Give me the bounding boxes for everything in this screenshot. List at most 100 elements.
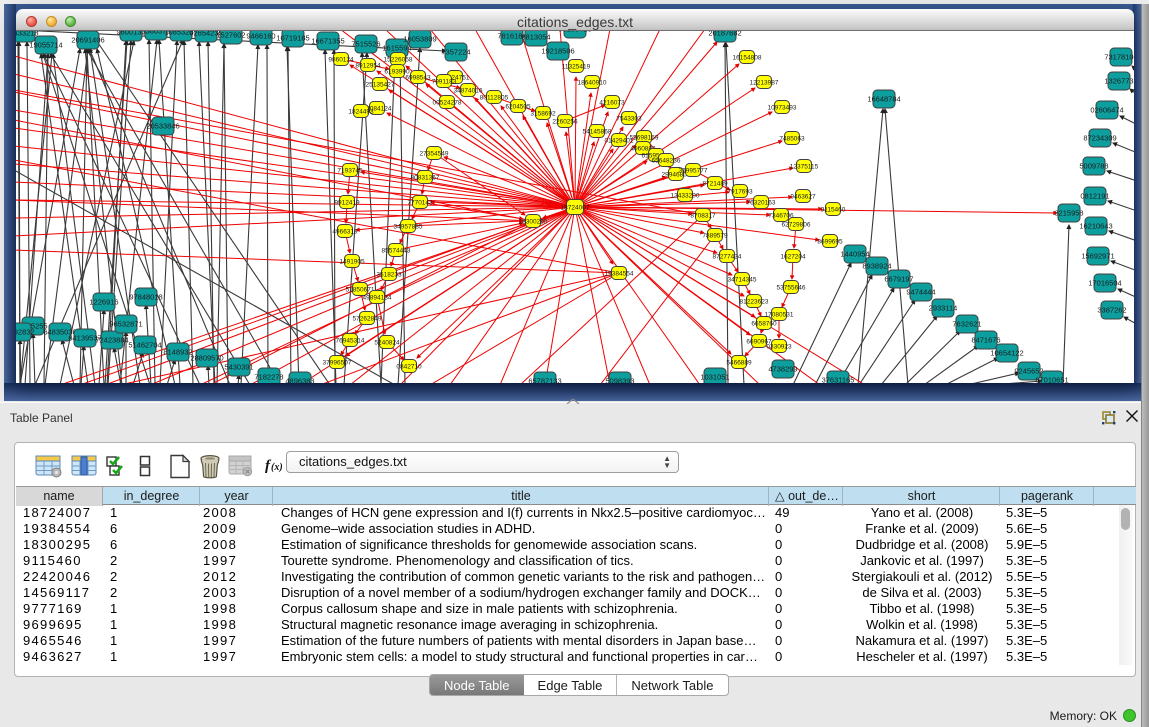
svg-text:65787133: 65787133: [528, 377, 561, 384]
svg-text:18724007: 18724007: [561, 205, 590, 212]
svg-text:7182278: 7182278: [254, 373, 283, 382]
svg-text:11325419: 11325419: [562, 64, 591, 71]
svg-text:9115460: 9115460: [821, 207, 846, 214]
svg-text:55698169: 55698169: [630, 135, 659, 142]
svg-text:72423884: 72423884: [95, 336, 128, 345]
svg-text:17016504: 17016504: [1088, 279, 1121, 288]
svg-text:16053809: 16053809: [403, 35, 436, 44]
svg-text:3158692: 3158692: [530, 111, 556, 118]
svg-text:12375115: 12375115: [790, 164, 819, 171]
svg-text:1527602: 1527602: [216, 31, 245, 40]
svg-text:6658760: 6658760: [751, 321, 777, 328]
svg-text:93103413: 93103413: [558, 31, 591, 34]
svg-text:1627204: 1627204: [780, 254, 806, 261]
svg-text:67010651: 67010651: [1035, 376, 1068, 384]
svg-text:20691406: 20691406: [71, 36, 104, 45]
svg-text:7991183: 7991183: [432, 79, 457, 86]
svg-text:3215958: 3215958: [1054, 209, 1083, 218]
svg-text:7917693: 7917693: [727, 189, 753, 196]
svg-text:19384554: 19384554: [605, 271, 634, 278]
svg-text:37631165: 37631165: [822, 376, 855, 384]
svg-text:1326773: 1326773: [1104, 77, 1133, 86]
svg-text:34874016: 34874016: [454, 88, 483, 95]
svg-text:6679197: 6679197: [884, 275, 913, 284]
svg-text:16210643: 16210643: [1079, 222, 1112, 231]
svg-text:6204505: 6204505: [505, 104, 531, 111]
svg-text:0433218: 0433218: [16, 31, 39, 38]
svg-text:8471676: 8471676: [971, 336, 1000, 345]
svg-text:4192832: 4192832: [16, 328, 35, 337]
svg-text:9860124: 9860124: [328, 57, 354, 64]
svg-text:5098393: 5098393: [605, 377, 634, 384]
svg-text:1491905: 1491905: [339, 259, 365, 266]
svg-text:8721489: 8721489: [702, 181, 728, 188]
svg-text:8708317: 8708317: [690, 213, 716, 220]
svg-text:0330923: 0330923: [766, 344, 792, 351]
svg-text:62729806: 62729806: [782, 222, 811, 229]
svg-text:49894134: 49894134: [363, 295, 392, 302]
svg-text:27354549: 27354549: [420, 151, 449, 158]
svg-text:18300295: 18300295: [519, 219, 548, 226]
svg-text:53755646: 53755646: [777, 285, 806, 292]
svg-text:7515526: 7515526: [351, 40, 380, 49]
svg-text:7193745: 7193745: [337, 168, 363, 175]
svg-text:1031051: 1031051: [700, 373, 729, 382]
svg-text:4896383: 4896383: [285, 377, 314, 384]
svg-text:73178108: 73178108: [1104, 53, 1134, 62]
svg-text:18640910: 18640910: [578, 80, 607, 87]
svg-text:7770143: 7770143: [407, 200, 433, 207]
svg-text:19055714: 19055714: [29, 41, 62, 50]
svg-text:9474444: 9474444: [906, 288, 935, 297]
svg-text:(x): (x): [271, 462, 283, 473]
svg-text:1615594: 1615594: [382, 44, 411, 53]
svg-text:9912419: 9912419: [334, 200, 360, 207]
svg-text:5240824: 5240824: [374, 340, 400, 347]
svg-text:37996507: 37996507: [323, 360, 352, 367]
svg-text:7632621: 7632621: [952, 320, 981, 329]
svg-text:8938924: 8938924: [862, 262, 891, 271]
svg-text:00524278: 00524278: [433, 100, 462, 107]
svg-text:76320163: 76320163: [747, 200, 776, 207]
svg-text:9463627: 9463627: [790, 194, 816, 201]
svg-text:9245652: 9245652: [1014, 367, 1043, 376]
svg-text:54145868: 54145868: [583, 129, 612, 136]
svg-text:7357224: 7357224: [441, 48, 470, 57]
svg-text:3518233: 3518233: [376, 272, 402, 279]
svg-text:85574443: 85574443: [382, 248, 411, 255]
svg-text:8912954: 8912954: [355, 63, 381, 70]
svg-text:96532871: 96532871: [109, 320, 142, 329]
svg-text:6998543: 6998543: [405, 75, 431, 82]
svg-text:57262849: 57262849: [353, 316, 382, 323]
svg-text:10654122: 10654122: [990, 349, 1023, 358]
svg-text:8148932: 8148932: [163, 348, 192, 357]
svg-text:65648236: 65648236: [652, 158, 681, 165]
svg-text:0842710: 0842710: [396, 364, 422, 371]
svg-text:7889579: 7889579: [702, 233, 728, 240]
svg-text:17080531: 17080531: [765, 312, 794, 319]
svg-text:16648784: 16648784: [867, 95, 900, 104]
svg-text:81223623: 81223623: [740, 299, 769, 306]
svg-text:12213987: 12213987: [750, 80, 779, 87]
svg-text:2260256: 2260256: [552, 119, 578, 126]
svg-text:87277434: 87277434: [713, 254, 742, 261]
svg-text:80831367: 80831367: [411, 175, 440, 182]
svg-text:80112805: 80112805: [480, 95, 509, 102]
svg-text:15692971: 15692971: [1081, 252, 1114, 261]
svg-text:3387262: 3387262: [1097, 306, 1126, 315]
svg-text:0812191: 0812191: [1080, 192, 1109, 201]
svg-text:36995777: 36995777: [679, 168, 708, 175]
svg-text:8699695: 8699695: [817, 239, 843, 246]
svg-text:4738299: 4738299: [768, 365, 797, 374]
svg-text:51462704: 51462704: [128, 341, 161, 350]
svg-text:7485063: 7485063: [779, 136, 805, 143]
svg-text:5466889: 5466889: [726, 360, 752, 367]
svg-text:1226916: 1226916: [89, 298, 118, 307]
svg-text:4966319: 4966319: [332, 229, 358, 236]
svg-text:20187682: 20187682: [708, 31, 741, 38]
svg-text:34957885: 34957885: [394, 224, 423, 231]
svg-text:19218506: 19218506: [541, 47, 574, 56]
svg-text:2933114: 2933114: [929, 304, 958, 313]
svg-text:15226058: 15226058: [384, 57, 413, 64]
svg-text:20533846: 20533846: [146, 122, 179, 131]
svg-text:16671355: 16671355: [311, 37, 344, 46]
